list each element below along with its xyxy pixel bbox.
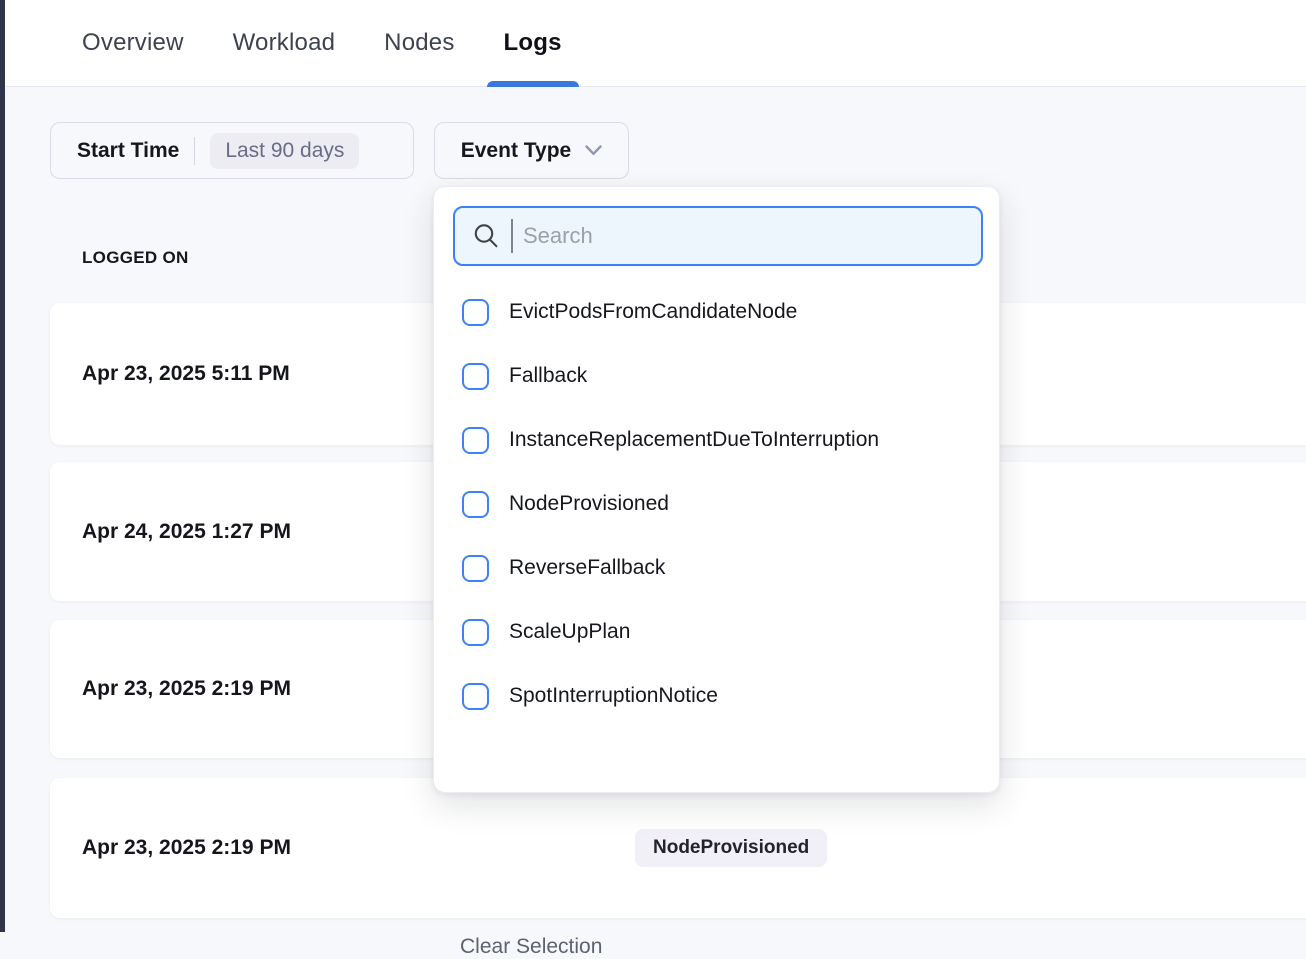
option-instancereplacementduetointerruption[interactable]: InstanceReplacementDueToInterruption (434, 408, 999, 472)
option-reversefallback[interactable]: ReverseFallback (434, 536, 999, 600)
event-type-badge: NodeProvisioned (635, 829, 827, 867)
checkbox[interactable] (462, 619, 489, 646)
filter-divider (194, 137, 195, 165)
checkbox[interactable] (462, 363, 489, 390)
option-evictpodsfromcandidatenode[interactable]: EvictPodsFromCandidateNode (434, 280, 999, 344)
option-label: NodeProvisioned (509, 492, 669, 516)
checkbox[interactable] (462, 427, 489, 454)
logged-on-value: Apr 23, 2025 2:19 PM (82, 677, 291, 701)
start-time-filter-value: Last 90 days (210, 133, 359, 169)
checkbox[interactable] (462, 555, 489, 582)
option-label: Fallback (509, 364, 587, 388)
tab-nodes-label: Nodes (384, 29, 454, 57)
event-type-dropdown-panel: EvictPodsFromCandidateNode Fallback Inst… (433, 186, 1000, 793)
tab-logs[interactable]: Logs (504, 0, 562, 87)
event-type-filter-button[interactable]: Event Type (434, 122, 629, 179)
search-icon (471, 221, 501, 251)
tab-logs-label: Logs (504, 29, 562, 57)
tab-workload[interactable]: Workload (233, 0, 336, 87)
logged-on-value: Apr 23, 2025 5:11 PM (82, 362, 290, 386)
tab-nodes[interactable]: Nodes (384, 0, 454, 87)
logged-on-value: Apr 24, 2025 1:27 PM (82, 520, 291, 544)
column-header-logged-on: LOGGED ON (82, 248, 189, 268)
tab-workload-label: Workload (233, 29, 336, 57)
option-spotinterruptionnotice[interactable]: SpotInterruptionNotice (434, 664, 999, 728)
checkbox[interactable] (462, 683, 489, 710)
checkbox[interactable] (462, 491, 489, 518)
search-input[interactable] (523, 223, 965, 249)
start-time-filter-label: Start Time (77, 139, 179, 163)
option-label: InstanceReplacementDueToInterruption (509, 428, 879, 452)
start-time-filter-button[interactable]: Start Time Last 90 days (50, 122, 414, 179)
clear-selection-link[interactable]: Clear Selection (460, 935, 602, 959)
log-row[interactable]: Apr 23, 2025 2:19 PM NodeProvisioned (50, 778, 1306, 918)
option-fallback[interactable]: Fallback (434, 344, 999, 408)
app-left-edge-strip (0, 0, 5, 932)
dropdown-search-box[interactable] (453, 206, 983, 266)
checkbox[interactable] (462, 299, 489, 326)
tab-overview-label: Overview (82, 29, 184, 57)
logged-on-value: Apr 23, 2025 2:19 PM (82, 836, 291, 860)
event-type-filter-label: Event Type (461, 139, 571, 163)
tab-bar: Overview Workload Nodes Logs (0, 0, 1306, 87)
option-scaleupplan[interactable]: ScaleUpPlan (434, 600, 999, 664)
tab-overview[interactable]: Overview (82, 0, 184, 87)
active-tab-underline (487, 81, 579, 87)
chevron-down-icon (585, 145, 602, 156)
event-type-option-list: EvictPodsFromCandidateNode Fallback Inst… (434, 280, 999, 728)
option-label: ScaleUpPlan (509, 620, 630, 644)
option-nodeprovisioned[interactable]: NodeProvisioned (434, 472, 999, 536)
text-caret (511, 219, 513, 253)
option-label: SpotInterruptionNotice (509, 684, 718, 708)
option-label: EvictPodsFromCandidateNode (509, 300, 797, 324)
option-label: ReverseFallback (509, 556, 665, 580)
